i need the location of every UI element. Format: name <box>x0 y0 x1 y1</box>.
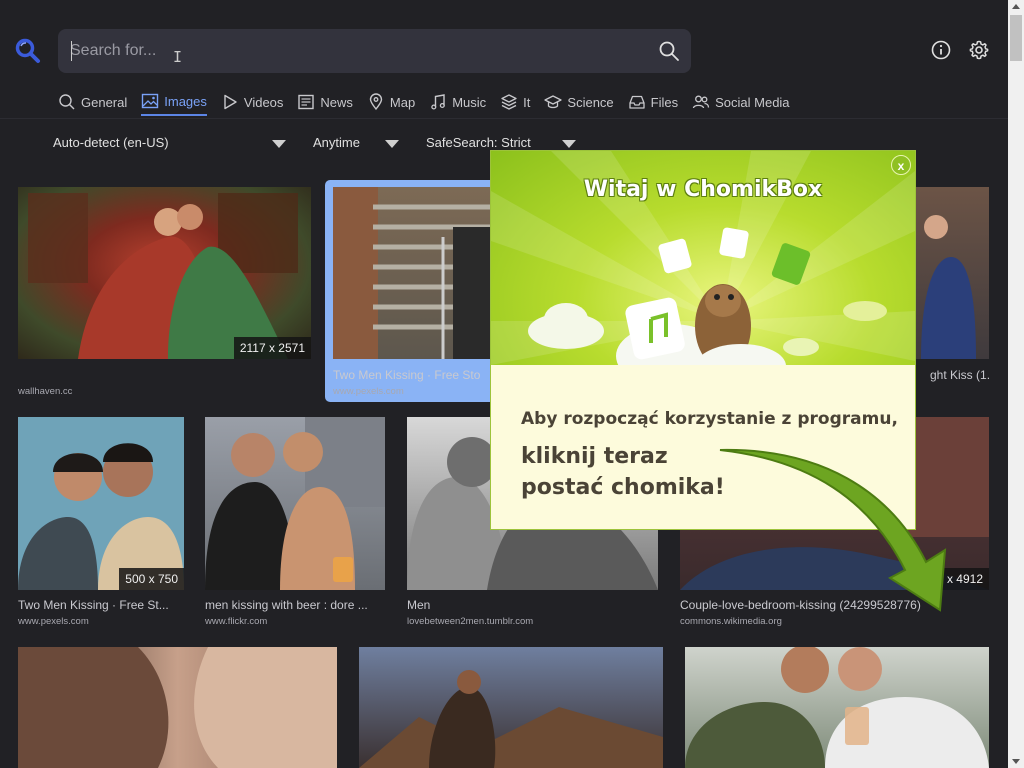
tab-label: News <box>320 94 353 110</box>
play-icon <box>224 94 237 110</box>
result-thumbnail[interactable] <box>685 647 989 768</box>
arrow-icon <box>719 448 947 612</box>
result-title[interactable]: men kissing with beer : dore ... <box>205 598 385 612</box>
tab-social-media[interactable]: Social Media <box>692 88 790 116</box>
result-thumbnail[interactable] <box>916 187 989 359</box>
category-tabs: General Images Videos News Map Music It <box>58 88 804 118</box>
result-source[interactable]: www.flickr.com <box>205 616 267 627</box>
search-icon[interactable] <box>657 39 681 63</box>
gear-icon[interactable] <box>968 39 990 61</box>
result-title[interactable]: ght Kiss (1... <box>930 368 990 382</box>
tab-label: Science <box>567 94 614 110</box>
result-source[interactable]: commons.wikimedia.org <box>680 616 782 627</box>
image-dimensions: 2117 x 2571 <box>233 337 311 359</box>
result-thumbnail[interactable] <box>359 647 663 768</box>
couple-image <box>18 443 184 590</box>
image-icon <box>142 93 159 109</box>
popup-instruction: Aby rozpocząć korzystanie z programu, <box>521 409 898 429</box>
text-caret <box>71 41 72 61</box>
result-thumbnail[interactable] <box>18 647 337 768</box>
result-title[interactable]: Two Men Kissing · Free Sto <box>333 368 491 382</box>
popup-cta-line2[interactable]: postać chomika! <box>521 475 725 500</box>
searxng-page: I General Images Videos News Map <box>0 0 1024 768</box>
tab-music[interactable]: Music <box>429 88 486 116</box>
safesearch-select[interactable]: SafeSearch: Strict <box>426 135 531 150</box>
tab-label: Videos <box>243 94 284 110</box>
street-image <box>205 417 385 590</box>
tab-label: Images <box>164 93 207 109</box>
result-thumbnail[interactable]: 2117 x 2571 <box>18 187 311 359</box>
tab-science[interactable]: Science <box>544 88 614 116</box>
language-select[interactable]: Auto-detect (en-US) <box>53 135 169 150</box>
result-source[interactable]: www.pexels.com <box>18 616 89 627</box>
tab-label: Music <box>452 94 487 110</box>
tab-label: Map <box>389 94 416 110</box>
tab-label: Files <box>650 94 679 110</box>
ibeam-cursor-icon: I <box>173 48 183 66</box>
painting-image <box>28 193 298 359</box>
tab-images[interactable]: Images <box>141 88 207 116</box>
layers-icon <box>501 94 517 110</box>
tab-it[interactable]: It <box>500 88 530 116</box>
chevron-down-icon[interactable] <box>385 140 399 148</box>
time-range-select[interactable]: Anytime <box>313 135 360 150</box>
popup-cta-line1[interactable]: kliknij teraz <box>521 444 668 469</box>
newspaper-icon <box>298 94 315 110</box>
graduation-cap-icon <box>544 95 563 109</box>
result-source[interactable]: www.pexels.com <box>333 386 404 397</box>
tab-files[interactable]: Files <box>628 88 678 116</box>
result-source[interactable]: lovebetween2men.tumblr.com <box>407 616 533 627</box>
tab-news[interactable]: News <box>297 88 353 116</box>
tab-label: General <box>81 94 128 110</box>
search-input[interactable] <box>70 38 640 64</box>
result-title[interactable]: Two Men Kissing · Free St... <box>18 598 184 612</box>
scroll-up-icon[interactable] <box>1012 4 1020 9</box>
toast-image <box>685 647 989 768</box>
popup-title: Witaj w ChomikBox <box>583 177 823 202</box>
stairs-image <box>333 187 491 359</box>
kiss-closeup-image <box>18 647 337 768</box>
image-dimensions: 500 x 750 <box>119 568 184 590</box>
magnifier-logo-icon[interactable] <box>14 37 42 65</box>
result-thumbnail[interactable] <box>205 417 385 590</box>
result-title[interactable]: Men <box>407 598 658 612</box>
popup-banner: Witaj w ChomikBox x <box>491 151 915 365</box>
scroll-down-icon[interactable] <box>1012 759 1020 764</box>
scrollbar-thumb[interactable] <box>1010 15 1022 61</box>
chevron-down-icon[interactable] <box>272 140 286 148</box>
tab-label: It <box>523 94 531 110</box>
tab-videos[interactable]: Videos <box>221 88 284 116</box>
result-thumbnail[interactable]: 500 x 750 <box>18 417 184 590</box>
search-bar <box>58 29 691 73</box>
chevron-down-icon[interactable] <box>562 140 576 148</box>
map-pin-icon <box>369 93 383 111</box>
info-icon[interactable] <box>930 39 952 61</box>
category-divider <box>0 118 1008 119</box>
tab-general[interactable]: General <box>58 88 127 116</box>
users-icon <box>692 95 710 109</box>
people-image <box>921 215 976 359</box>
warriors-image <box>359 670 663 768</box>
search-icon <box>59 94 75 110</box>
tab-label: Social Media <box>715 94 790 110</box>
music-icon <box>431 94 446 110</box>
inbox-icon <box>629 95 645 109</box>
tab-map[interactable]: Map <box>367 88 415 116</box>
result-thumbnail[interactable] <box>333 187 491 359</box>
result-source[interactable]: wallhaven.cc <box>18 386 72 397</box>
close-button[interactable]: x <box>891 155 911 175</box>
vertical-scrollbar[interactable] <box>1008 0 1024 768</box>
